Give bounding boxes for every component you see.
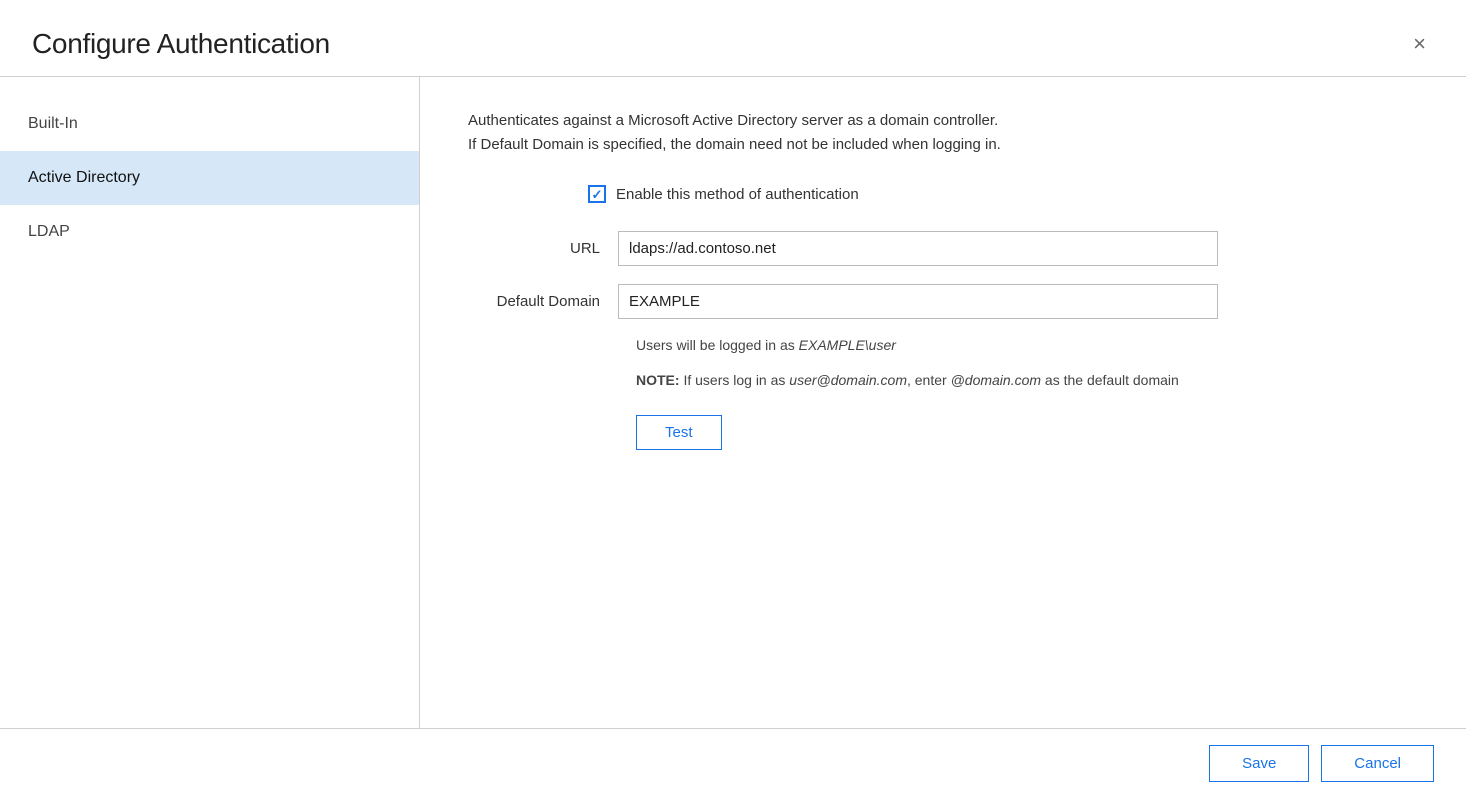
enable-checkbox[interactable]: ✓: [588, 185, 606, 203]
dialog-header: Configure Authentication ×: [0, 0, 1466, 77]
info-text-italic: EXAMPLE\user: [799, 337, 896, 353]
domain-input[interactable]: [618, 284, 1218, 319]
sidebar-item-ldap[interactable]: LDAP: [0, 205, 419, 259]
enable-checkbox-wrapper[interactable]: ✓ Enable this method of authentication: [588, 185, 859, 203]
sidebar-item-built-in[interactable]: Built-In: [0, 97, 419, 151]
enable-checkbox-label: Enable this method of authentication: [616, 186, 859, 203]
info-text: Users will be logged in as EXAMPLE\user: [636, 337, 1418, 353]
dialog-body: Built-In Active Directory LDAP Authentic…: [0, 77, 1466, 728]
dialog-footer: Save Cancel: [0, 728, 1466, 798]
description-line1: Authenticates against a Microsoft Active…: [468, 112, 998, 129]
configure-auth-dialog: Configure Authentication × Built-In Acti…: [0, 0, 1466, 798]
sidebar-item-built-in-label: Built-In: [28, 115, 78, 132]
note-text-mid: , enter: [907, 372, 951, 388]
enable-row: ✓ Enable this method of authentication: [588, 185, 1418, 203]
sidebar-item-active-directory-label: Active Directory: [28, 169, 140, 186]
description: Authenticates against a Microsoft Active…: [468, 109, 1228, 157]
domain-row: Default Domain: [468, 284, 1418, 319]
url-label: URL: [468, 240, 618, 257]
info-text-prefix: Users will be logged in as: [636, 337, 799, 353]
note-text-prefix: If users log in as: [680, 372, 790, 388]
test-button[interactable]: Test: [636, 415, 722, 450]
note-italic1: user@domain.com: [789, 372, 907, 388]
dialog-title: Configure Authentication: [32, 28, 330, 60]
note-text-suffix: as the default domain: [1041, 372, 1179, 388]
cancel-button[interactable]: Cancel: [1321, 745, 1434, 782]
sidebar: Built-In Active Directory LDAP: [0, 77, 420, 728]
domain-label: Default Domain: [468, 293, 618, 310]
content-area: Authenticates against a Microsoft Active…: [420, 77, 1466, 728]
url-input[interactable]: [618, 231, 1218, 266]
checkmark-icon: ✓: [592, 188, 603, 201]
description-line2: If Default Domain is specified, the doma…: [468, 136, 1001, 153]
sidebar-item-active-directory[interactable]: Active Directory: [0, 151, 419, 205]
url-row: URL: [468, 231, 1418, 266]
sidebar-item-ldap-label: LDAP: [28, 223, 70, 240]
note-italic2: @domain.com: [951, 372, 1041, 388]
save-button[interactable]: Save: [1209, 745, 1309, 782]
note-text: NOTE: If users log in as user@domain.com…: [636, 369, 1236, 391]
note-bold: NOTE:: [636, 372, 680, 388]
close-button[interactable]: ×: [1405, 29, 1434, 59]
